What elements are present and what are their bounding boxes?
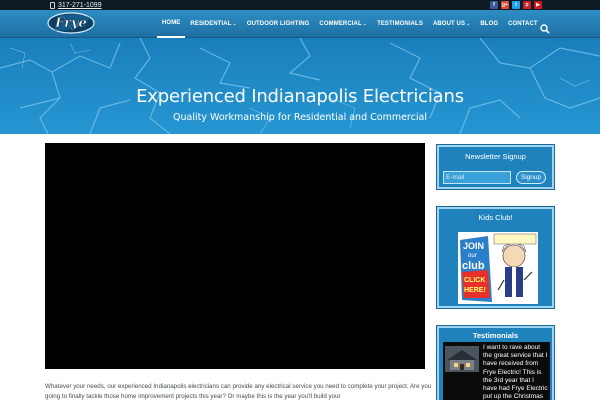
nav-item-label: ABOUT US [432,21,466,27]
hero-banner: Experienced Indianapolis Electricians Qu… [0,38,600,134]
nav-item-label: HOME [162,20,181,26]
nav-item-label: OUTDOOR LIGHTING [246,21,310,27]
house-photo [445,346,479,372]
nav-menu: HOME RESIDENTIAL ⌄ OUTDOOR LIGHTING COMMERCI… [157,10,543,38]
nav-item-label: TESTIMONIALS [377,21,423,27]
kids-club-banner[interactable]: JOIN our club CLICK HERE! [458,232,538,304]
newsletter-title: Newsletter Signup [465,152,526,161]
nav-item-blog[interactable]: BLOG [475,10,503,38]
nav-item-outdoor-lighting[interactable]: OUTDOOR LIGHTING [242,10,315,38]
signup-button[interactable]: Signup [516,171,546,184]
kids-club-title: Kids Club! [478,213,513,222]
phone-number[interactable]: 317-271-1099 [58,2,102,9]
svg-text:our: our [468,253,477,259]
chevron-down-icon: ⌄ [232,21,237,27]
nav-item-label: COMMERCIAL [319,21,362,27]
video-player[interactable] [45,143,425,369]
main-navbar: Frye HOME RESIDENTIAL ⌄ OUTDOOR LIGHTING COM… [0,10,600,38]
nav-item-contact[interactable]: CONTACT [503,10,543,38]
nav-item-home[interactable]: HOME [157,10,186,38]
chevron-down-icon: ⌄ [362,21,368,27]
svg-text:club: club [462,260,485,272]
intro-paragraph: Whatever your needs, our experienced Ind… [45,383,432,400]
phone-icon [50,1,55,9]
nav-item-label: CONTACT [508,21,538,27]
testimonials-widget: Testimonials I want to rave about the gr… [437,326,554,400]
svg-text:CLICK: CLICK [464,277,485,284]
testimonials-title: Testimonials [472,331,519,340]
nav-item-commercial[interactable]: COMMERCIAL ⌄ [314,10,372,38]
testimonial-card[interactable]: I want to rave about the great service t… [443,342,550,400]
top-bar: 317-271-1099 f g+ t p ▶ [0,0,600,10]
social-links: f g+ t p ▶ [490,1,542,9]
newsletter-widget: Newsletter Signup E-mail Signup [437,145,554,189]
hero-title: Experienced Indianapolis Electricians [136,86,464,107]
nav-item-residential[interactable]: RESIDENTIAL ⌄ [185,10,241,38]
svg-text:HERE!: HERE! [464,287,486,294]
search-icon[interactable] [540,19,550,34]
google-plus-icon[interactable]: g+ [501,1,509,9]
svg-text:JOIN: JOIN [463,241,484,251]
youtube-icon[interactable]: ▶ [534,1,542,9]
nav-item-testimonials[interactable]: TESTIMONIALS [372,10,428,38]
email-field[interactable]: E-mail [443,171,511,184]
testimonial-quote: I want to rave about the great service t… [483,344,548,400]
twitter-icon[interactable]: t [512,1,520,9]
phone-link[interactable]: 317-271-1099 [50,0,102,10]
hero-subtitle: Quality Workmanship for Residential and … [173,112,427,123]
pinterest-icon[interactable]: p [523,1,531,9]
frye-logo[interactable]: Frye [46,11,96,35]
nav-item-label: RESIDENTIAL [190,21,232,27]
svg-text:Frye: Frye [54,16,87,31]
nav-item-about-us[interactable]: ABOUT US ⌄ [428,10,475,38]
facebook-icon[interactable]: f [490,1,498,9]
kids-club-widget: Kids Club! JOIN our club CLICK HERE! [437,207,554,308]
chevron-down-icon: ⌄ [466,21,471,27]
nav-item-label: BLOG [480,21,499,27]
